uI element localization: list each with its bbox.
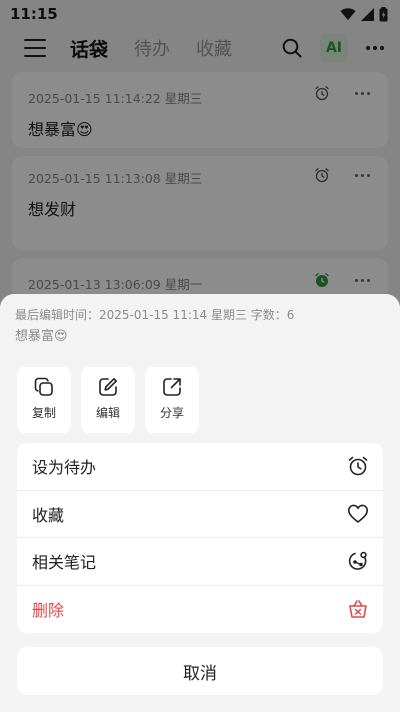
alarm-clock-icon <box>348 456 368 476</box>
share-button[interactable]: 分享 <box>145 367 199 433</box>
delete-label: 删除 <box>32 601 65 621</box>
heart-icon <box>347 504 369 523</box>
copy-button[interactable]: 复制 <box>17 367 71 433</box>
cancel-label: 取消 <box>183 663 217 684</box>
share-label: 分享 <box>159 406 184 420</box>
related-notes-label: 相关笔记 <box>32 553 97 573</box>
edit-label: 编辑 <box>95 406 120 420</box>
related-notes-icon <box>348 552 367 571</box>
note-meta: 最后编辑时间：2025-01-15 11:14 星期三 字数：6 <box>15 308 295 322</box>
set-as-todo-label: 设为待办 <box>32 458 97 478</box>
delete-option[interactable]: 删除 <box>17 586 383 634</box>
edit-icon <box>99 378 117 396</box>
cancel-button[interactable]: 取消 <box>17 647 383 695</box>
related-notes-option[interactable]: 相关笔记 <box>17 538 383 586</box>
favorite-label: 收藏 <box>32 505 65 525</box>
copy-icon <box>34 377 53 396</box>
copy-label: 复制 <box>31 406 56 420</box>
favorite-option[interactable]: 收藏 <box>17 491 383 538</box>
basket-delete-icon <box>349 600 367 619</box>
options-list: 设为待办 收藏 相关笔记 删除 <box>17 443 383 633</box>
note-preview: 想暴富😍 <box>15 329 68 344</box>
share-icon <box>163 378 181 396</box>
note-actions-sheet: 最后编辑时间：2025-01-15 11:14 星期三 字数：6 想暴富😍 复制… <box>0 294 400 712</box>
edit-button[interactable]: 编辑 <box>81 367 135 433</box>
set-as-todo-option[interactable]: 设为待办 <box>17 443 383 491</box>
quick-actions: 复制 编辑 分享 <box>17 367 199 433</box>
